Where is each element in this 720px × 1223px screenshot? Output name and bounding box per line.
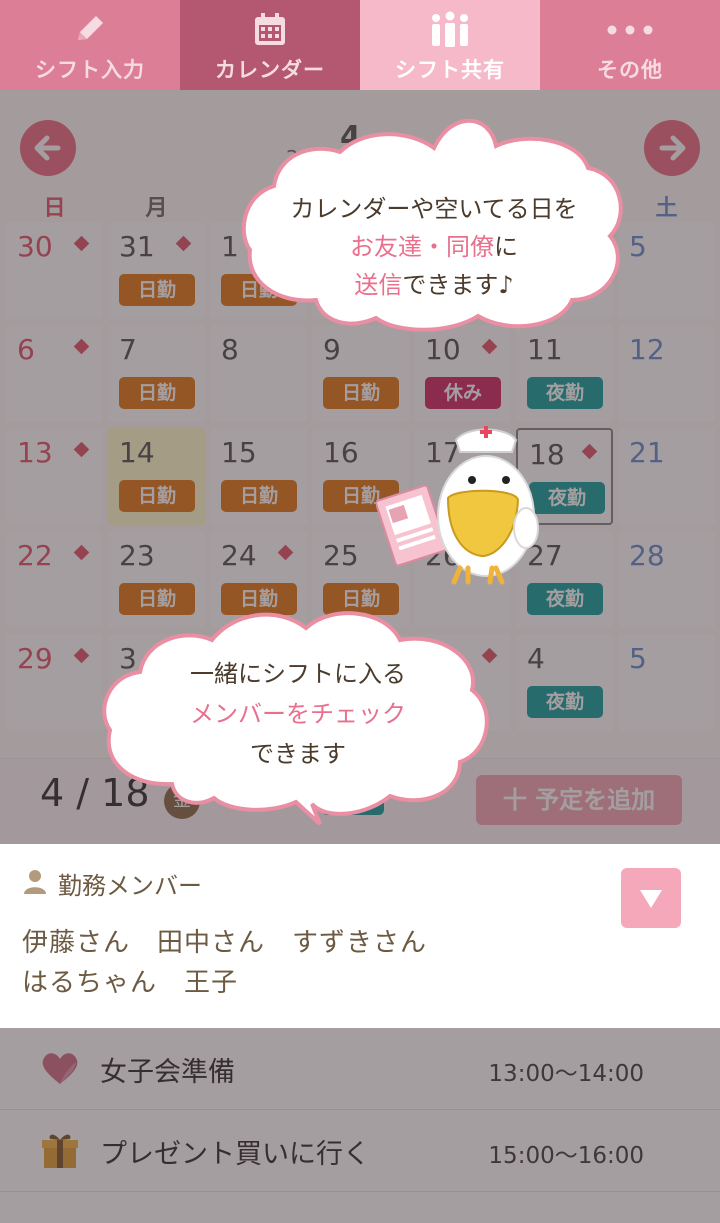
tab-shift-share[interactable]: シフト共有 xyxy=(360,0,540,90)
bubble-text: カレンダーや空いてる日を xyxy=(290,195,578,223)
bubble-text-highlight: メンバーをチェック xyxy=(190,700,406,728)
bubble-text: に xyxy=(494,233,518,261)
expand-members-button[interactable] xyxy=(621,868,681,928)
bubble-text: 一緒にシフトに入る xyxy=(190,660,406,688)
tab-label: シフト共有 xyxy=(395,58,505,82)
bubble-text: できます♪ xyxy=(402,271,514,299)
tip-bubble-bottom: 一緒にシフトに入る メンバーをチェック できます xyxy=(100,604,496,828)
pelican-nurse-mascot-icon xyxy=(376,426,539,585)
event-list: 女子会準備 13:00〜14:00 プレゼント買いに行く 15:00〜16:00 xyxy=(0,1028,720,1223)
tab-other[interactable]: その他 xyxy=(540,0,720,90)
members-title: 勤務メンバー xyxy=(58,872,202,900)
tip-bubble-top: カレンダーや空いてる日を お友達・同僚に 送信できます♪ xyxy=(238,104,630,334)
tab-label: カレンダー xyxy=(215,58,325,82)
member-names: 伊藤さん 田中さん すずきさん xyxy=(22,928,428,958)
tab-bar: シフト入力 カレンダー シフト共有 その他 xyxy=(0,0,720,90)
tab-calendar[interactable]: カレンダー xyxy=(180,0,360,90)
bubble-text-highlight: お友達・同僚 xyxy=(350,233,494,261)
tab-shift-input[interactable]: シフト入力 xyxy=(0,0,180,90)
tab-label: その他 xyxy=(597,58,663,82)
member-names: はるちゃん 王子 xyxy=(22,968,239,998)
shift-members-card: 勤務メンバー 伊藤さん 田中さん すずきさん はるちゃん 王子 xyxy=(0,844,720,1028)
pencil-icon xyxy=(0,10,180,50)
tab-label: シフト入力 xyxy=(35,58,145,82)
person-icon xyxy=(24,870,46,894)
people-icon xyxy=(360,10,540,50)
calendar-icon xyxy=(180,10,360,50)
more-dots-icon xyxy=(540,10,720,50)
dim-overlay xyxy=(0,1028,720,1223)
bubble-text-highlight: 送信 xyxy=(354,271,403,299)
bubble-text: できます xyxy=(250,740,346,768)
